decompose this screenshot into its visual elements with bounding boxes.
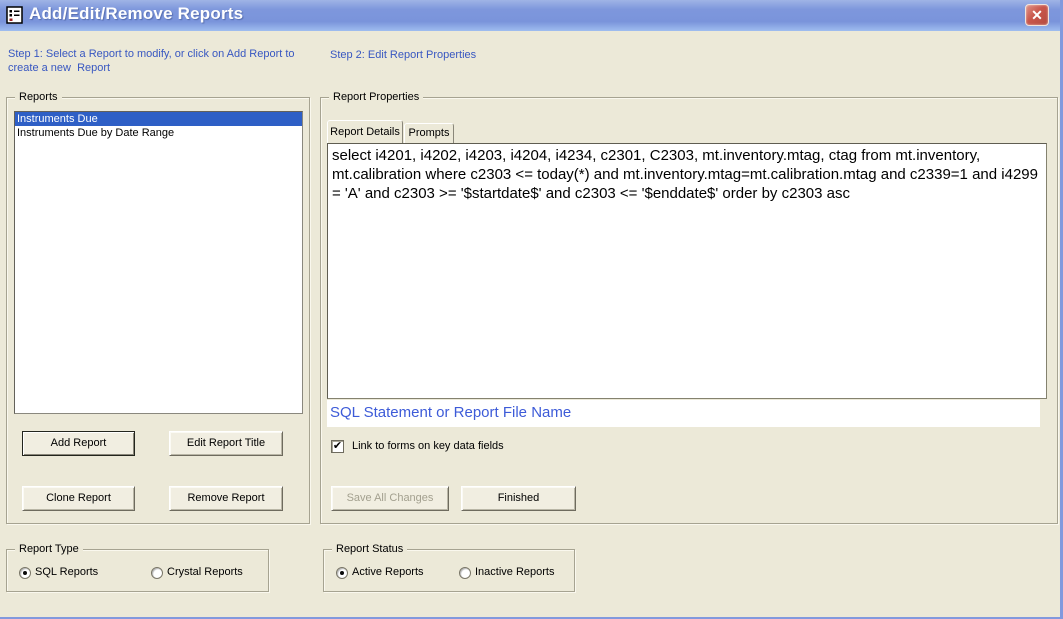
reports-listbox[interactable]: Instruments Due Instruments Due by Date … [14,111,303,414]
report-properties-group-label: Report Properties [329,91,423,103]
list-item[interactable]: Instruments Due [15,112,302,126]
edit-report-title-button[interactable]: Edit Report Title [169,431,283,456]
clone-report-button[interactable]: Clone Report [22,486,135,511]
sql-statement-label: SQL Statement or Report File Name [327,400,1040,427]
window-title: Add/Edit/Remove Reports [29,4,243,24]
title-bar[interactable]: Add/Edit/Remove Reports ✕ [0,0,1060,31]
inactive-reports-radio[interactable] [459,567,471,579]
report-status-group-label: Report Status [332,543,407,555]
reports-group-label: Reports [15,91,62,103]
step1-hint: Step 1: Select a Report to modify, or cl… [8,47,326,75]
close-button[interactable]: ✕ [1025,4,1049,26]
crystal-reports-radio[interactable] [151,567,163,579]
crystal-reports-radio-label: Crystal Reports [167,566,243,578]
link-forms-checkbox[interactable]: ✔ [331,440,344,453]
tab-prompts[interactable]: Prompts [404,123,454,143]
link-forms-checkbox-label: Link to forms on key data fields [352,440,504,452]
add-report-button[interactable]: Add Report [22,431,135,456]
finished-button[interactable]: Finished [461,486,576,511]
remove-report-button[interactable]: Remove Report [169,486,283,511]
sql-reports-radio-label: SQL Reports [35,566,98,578]
save-all-changes-button[interactable]: Save All Changes [331,486,449,511]
sql-statement-textarea[interactable]: select i4201, i4202, i4203, i4204, i4234… [327,143,1047,399]
list-item[interactable]: Instruments Due by Date Range [15,126,302,140]
active-reports-radio[interactable] [336,567,348,579]
dialog-window: Add/Edit/Remove Reports ✕ Step 1: Select… [0,0,1063,619]
report-type-group-label: Report Type [15,543,83,555]
tab-report-details[interactable]: Report Details [327,120,403,143]
inactive-reports-radio-label: Inactive Reports [475,566,554,578]
checkmark-icon: ✔ [333,440,342,452]
window-icon [6,6,24,24]
sql-reports-radio[interactable] [19,567,31,579]
close-icon: ✕ [1031,7,1043,24]
active-reports-radio-label: Active Reports [352,566,424,578]
step2-hint: Step 2: Edit Report Properties [330,48,476,62]
